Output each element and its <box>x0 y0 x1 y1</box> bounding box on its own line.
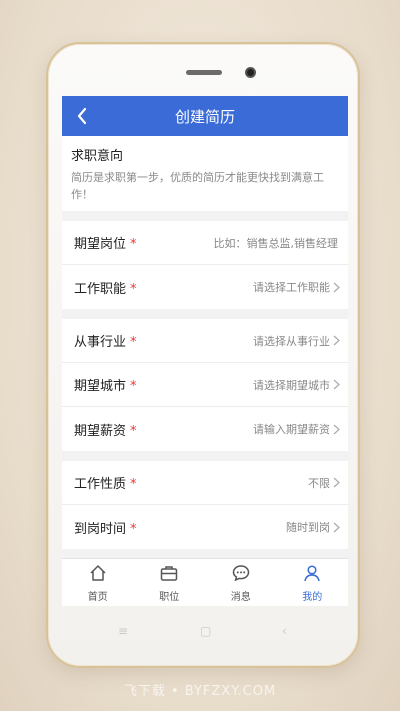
tab-user[interactable]: 我的 <box>277 559 349 606</box>
system-nav-bar: ≡ ▢ ‹ <box>48 624 362 644</box>
field-value-text: 请输入期望薪资 <box>253 423 330 436</box>
back-button[interactable] <box>70 104 94 128</box>
tab-label: 首页 <box>87 591 108 603</box>
tab-chat[interactable]: 消息 <box>205 559 277 606</box>
field-label: 工作性质 * <box>74 473 137 492</box>
form-row-salary[interactable]: 期望薪资 * 请输入期望薪资 <box>62 407 348 451</box>
tab-label: 职位 <box>159 591 180 603</box>
intro-section: 求职意向 简历是求职第一步，优质的简历才能更快找到满意工作！ <box>62 136 348 211</box>
field-value[interactable]: 随时到岗 <box>286 519 340 535</box>
app-screen: 创建简历 求职意向 简历是求职第一步，优质的简历才能更快找到满意工作！ 期望岗位… <box>62 96 348 606</box>
field-label: 期望薪资 * <box>74 420 137 439</box>
field-value[interactable]: 请选择期望城市 <box>253 377 340 393</box>
field-value-text: 请选择期望城市 <box>253 378 330 392</box>
required-mark: * <box>130 477 137 492</box>
page-title: 创建简历 <box>174 107 235 126</box>
chevron-right-icon <box>333 379 340 390</box>
field-label: 从事行业 * <box>74 331 137 350</box>
top-navbar: 创建简历 <box>62 96 348 136</box>
field-label: 工作职能 * <box>74 278 137 297</box>
field-value-text: 比如：销售总监,销售经理 <box>213 236 339 250</box>
form-row-start-date[interactable]: 到岗时间 * 随时到岗 <box>62 505 348 549</box>
form-group: 工作性质 * 不限 到岗时间 * 随时到岗 <box>62 461 348 549</box>
form-group: 从事行业 * 请选择从事行业 期望城市 * 请选择期望城市 期望薪资 * 请输入期望薪资 <box>62 319 348 451</box>
required-mark: * <box>130 423 137 439</box>
field-value[interactable]: 请选择从事行业 <box>253 333 340 349</box>
field-label-text: 工作职能 <box>74 281 127 297</box>
field-value[interactable]: 请输入期望薪资 <box>253 421 340 437</box>
required-mark: * <box>130 237 137 252</box>
tab-label: 消息 <box>230 591 251 603</box>
field-label-text: 期望城市 <box>74 379 127 394</box>
form-row-function[interactable]: 工作职能 * 请选择工作职能 <box>62 265 348 309</box>
intro-description: 简历是求职第一步，优质的简历才能更快找到满意工作！ <box>71 171 324 201</box>
chevron-right-icon <box>333 424 340 434</box>
intro-heading: 求职意向 <box>71 149 124 164</box>
tab-briefcase[interactable]: 职位 <box>134 559 206 606</box>
field-value-text: 随时到岗 <box>286 521 330 534</box>
field-value-text: 不限 <box>308 476 330 490</box>
field-label: 期望岗位 * <box>74 233 137 252</box>
field-label-text: 工作性质 <box>74 477 127 492</box>
required-mark: * <box>130 521 137 537</box>
required-mark: * <box>130 281 137 297</box>
required-mark: * <box>130 379 137 394</box>
field-value-text: 请选择工作职能 <box>253 281 330 294</box>
field-label-text: 到岗时间 <box>74 521 127 537</box>
field-value[interactable]: 请选择工作职能 <box>253 279 340 295</box>
field-label-text: 从事行业 <box>74 335 127 350</box>
field-label: 到岗时间 * <box>74 518 137 537</box>
briefcase-icon <box>159 563 179 588</box>
tab-home[interactable]: 首页 <box>62 559 134 606</box>
back-key-icon[interactable]: ‹ <box>282 624 287 638</box>
user-icon <box>302 563 322 588</box>
chevron-right-icon <box>333 335 340 346</box>
field-value[interactable]: 比如：销售总监,销售经理 <box>214 235 341 251</box>
watermark: 飞下载 • BYFZXY.COM <box>123 684 277 699</box>
field-label-text: 期望岗位 <box>74 237 127 252</box>
chevron-right-icon <box>333 477 340 488</box>
field-value[interactable]: 不限 <box>308 475 340 491</box>
form-group: 期望岗位 * 比如：销售总监,销售经理 工作职能 * 请选择工作职能 <box>62 221 348 309</box>
form-row-position[interactable]: 期望岗位 * 比如：销售总监,销售经理 <box>62 221 348 265</box>
back-arrow-icon <box>77 107 87 125</box>
home-key-icon[interactable]: ▢ <box>200 624 211 638</box>
field-value-text: 请选择从事行业 <box>253 334 330 348</box>
front-camera <box>245 67 256 78</box>
earpiece-speaker <box>186 70 222 75</box>
chevron-right-icon <box>333 282 340 292</box>
field-label-text: 期望薪资 <box>74 423 127 439</box>
bottom-tabbar: 首页 职位 消息 我的 <box>62 558 348 606</box>
required-mark: * <box>130 335 137 350</box>
home-icon <box>88 563 108 588</box>
field-label: 期望城市 * <box>74 375 137 394</box>
menu-key-icon[interactable]: ≡ <box>118 624 128 638</box>
phone-frame: 创建简历 求职意向 简历是求职第一步，优质的简历才能更快找到满意工作！ 期望岗位… <box>46 42 360 668</box>
form-row-job-type[interactable]: 工作性质 * 不限 <box>62 461 348 505</box>
form-row-industry[interactable]: 从事行业 * 请选择从事行业 <box>62 319 348 363</box>
form-row-city[interactable]: 期望城市 * 请选择期望城市 <box>62 363 348 407</box>
chevron-right-icon <box>333 522 340 532</box>
tab-label: 我的 <box>302 591 323 603</box>
chat-icon <box>231 563 251 588</box>
